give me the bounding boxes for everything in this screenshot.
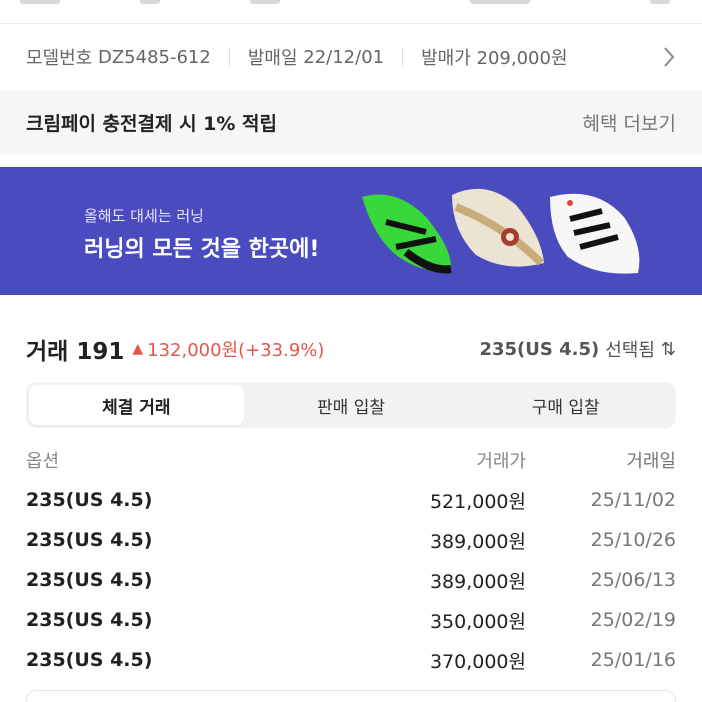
- release-date: 발매일 22/12/01: [248, 44, 384, 70]
- trade-summary: 거래 191 ▲ 132,000원(+33.9%) 235(US 4.5) 선택…: [26, 332, 676, 366]
- selected-suffix: 선택됨: [605, 340, 655, 361]
- benefit-more-link[interactable]: 혜택 더보기: [583, 109, 676, 136]
- model-value: DZ5485-612: [97, 46, 211, 68]
- row-date: 25/10/26: [590, 529, 676, 551]
- banner-title: 러닝의 모든 것을 한곳에!: [84, 237, 320, 262]
- cut-off-text: [140, 0, 160, 4]
- cut-off-text: [470, 0, 530, 4]
- row-price: 350,000원: [429, 610, 526, 633]
- model-label: 모델번호: [26, 48, 93, 69]
- kream-pay-benefit[interactable]: 크림페이 충전결제 시 1% 적립 혜택 더보기: [0, 90, 702, 154]
- row-option: 235(US 4.5): [26, 529, 153, 551]
- release-price: 발매가 209,000원: [421, 44, 567, 70]
- shoe-images: [362, 188, 640, 274]
- row-price: 370,000원: [429, 650, 526, 673]
- size-selector[interactable]: 235(US 4.5) 선택됨 ⇅: [479, 336, 676, 362]
- pay-benefit-text: 크림페이 충전결제 시 1% 적립: [26, 112, 277, 135]
- header-date: 거래일: [626, 451, 676, 472]
- trade-history-table: 옵션 거래가 거래일 235(US 4.5) 521,000원 25/11/02…: [26, 440, 676, 680]
- row-date: 25/01/16: [590, 649, 676, 671]
- trade-count: 거래 191: [26, 339, 125, 365]
- row-option: 235(US 4.5): [26, 569, 153, 591]
- table-header: 옵션 거래가 거래일: [26, 440, 676, 480]
- running-banner[interactable]: 올해도 대세는 러닝 러닝의 모든 것을 한곳에!: [0, 167, 702, 295]
- row-price: 389,000원: [429, 530, 526, 553]
- tab-sell-bids[interactable]: 판매 입찰: [244, 385, 459, 425]
- product-info-row[interactable]: 모델번호 DZ5485-612 발매일 22/12/01 발매가 209,000…: [0, 24, 702, 90]
- row-date: 25/11/02: [590, 489, 676, 511]
- row-option: 235(US 4.5): [26, 489, 153, 511]
- more-button-edge[interactable]: [26, 690, 676, 702]
- divider: [228, 47, 230, 67]
- table-row: 235(US 4.5) 350,000원 25/02/19: [26, 600, 676, 640]
- chevron-right-icon[interactable]: [662, 46, 676, 68]
- trade-tabs: 체결 거래 판매 입찰 구매 입찰: [26, 382, 676, 428]
- row-date: 25/06/13: [590, 569, 676, 591]
- banner-subtitle: 올해도 대세는 러닝: [84, 207, 204, 225]
- trade-count-group: 거래 191 ▲ 132,000원(+33.9%): [26, 332, 324, 366]
- model-number: 모델번호 DZ5485-612: [26, 44, 211, 70]
- table-row: 235(US 4.5) 370,000원 25/01/16: [26, 640, 676, 680]
- tab-buy-bids[interactable]: 구매 입찰: [458, 385, 673, 425]
- price-label: 발매가: [421, 48, 471, 69]
- row-option: 235(US 4.5): [26, 649, 153, 671]
- row-price: 389,000원: [429, 570, 526, 593]
- divider: [402, 47, 404, 67]
- row-price: 521,000원: [429, 490, 526, 513]
- green-asics-shoe-icon: [362, 194, 452, 274]
- release-label: 발매일: [247, 48, 298, 69]
- price-value: 209,000원: [476, 48, 568, 69]
- row-date: 25/02/19: [590, 609, 676, 631]
- white-adidas-shoe-icon: [550, 193, 640, 274]
- tab-completed-trades[interactable]: 체결 거래: [29, 385, 244, 425]
- price-change-value: 132,000원(+33.9%): [147, 340, 325, 361]
- cut-off-text: [650, 0, 670, 4]
- up-arrow-icon: ▲: [132, 341, 144, 357]
- price-change: ▲ 132,000원(+33.9%): [132, 336, 324, 362]
- selected-size: 235(US 4.5): [479, 338, 600, 360]
- row-option: 235(US 4.5): [26, 609, 153, 631]
- cut-off-text: [250, 0, 280, 4]
- release-value: 22/12/01: [303, 46, 385, 68]
- table-row: 235(US 4.5) 521,000원 25/11/02: [26, 480, 676, 520]
- header-option: 옵션: [26, 451, 60, 472]
- header-price: 거래가: [476, 451, 526, 472]
- table-row: 235(US 4.5) 389,000원 25/06/13: [26, 560, 676, 600]
- beige-on-shoe-icon: [452, 188, 544, 267]
- sort-swap-icon[interactable]: ⇅: [661, 339, 676, 360]
- top-strip: [0, 0, 702, 24]
- table-row: 235(US 4.5) 389,000원 25/10/26: [26, 520, 676, 560]
- cut-off-text: [20, 0, 60, 4]
